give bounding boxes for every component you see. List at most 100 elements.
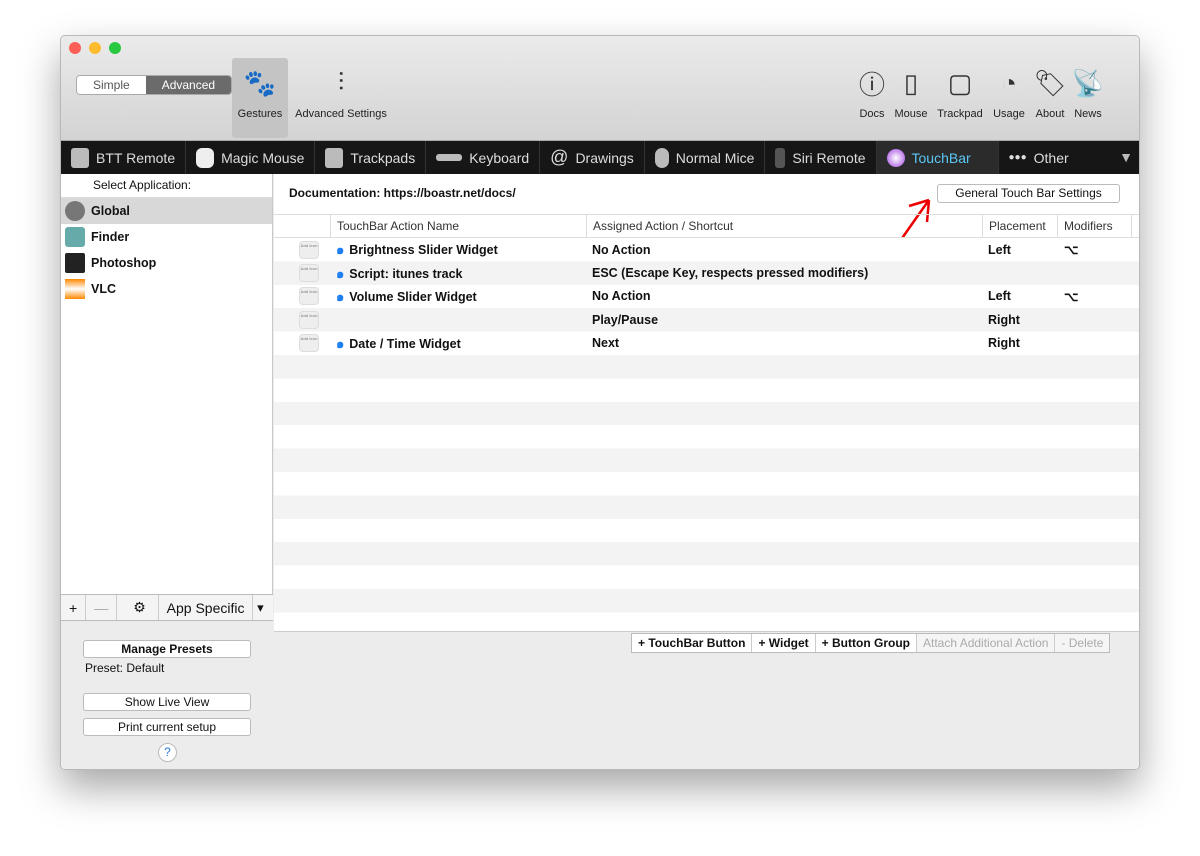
trackpad-button[interactable]: ▢ Trackpad [934, 58, 986, 121]
col-modifiers[interactable]: Modifiers [1057, 215, 1132, 237]
gestures-button[interactable]: 🐾 Gestures [232, 58, 288, 138]
sidebar-bottom-bar: + — ⚙ App Specific ▾ [61, 594, 273, 621]
add-icon-button[interactable]: Add Icon [299, 240, 319, 259]
gear-icon: ⚙ [125, 595, 159, 620]
add-widget-button[interactable]: + Widget [752, 634, 816, 652]
assigned-action: No Action [592, 289, 651, 304]
widget-spiral-icon: ๑ [336, 335, 345, 351]
table-header: TouchBar Action Name Assigned Action / S… [274, 214, 1139, 238]
tab-magic-mouse[interactable]: Magic Mouse [186, 141, 316, 174]
delete-button[interactable]: - Delete [1055, 634, 1110, 652]
sidebar-header: Select Application: [61, 174, 272, 198]
app-global[interactable]: Global [61, 198, 272, 224]
app-specific-dropdown[interactable]: ⚙ App Specific ▾ [117, 595, 271, 620]
about-button[interactable]: 🏷 About [1032, 58, 1068, 121]
globe-icon [65, 201, 85, 221]
add-button-group-button[interactable]: + Button Group [816, 634, 917, 652]
zoom-button[interactable] [109, 42, 121, 54]
add-icon-button[interactable]: Add Icon [299, 264, 319, 283]
tab-siri-remote[interactable]: Siri Remote [765, 141, 877, 174]
trackpad-icon [325, 147, 344, 168]
table-row[interactable]: Add Icon Play/Pause Right [274, 308, 1139, 331]
modifiers: ⌥ [1064, 289, 1079, 304]
table-row[interactable]: Add Icon ๑ Date / Time Widget Next Right [274, 332, 1139, 355]
add-icon-button[interactable]: Add Icon [299, 310, 319, 329]
add-icon-button[interactable]: Add Icon [299, 334, 319, 353]
table-row[interactable]: Add Icon ๑ Script: itunes track ESC (Esca… [274, 261, 1139, 284]
advanced-settings-button[interactable]: ⫶ Advanced Settings [291, 58, 391, 120]
tab-keyboard[interactable]: Keyboard [426, 141, 541, 174]
add-icon-button[interactable]: Add Icon [299, 287, 319, 306]
col-action-name[interactable]: TouchBar Action Name [330, 215, 586, 237]
tag-icon: 🏷 [1033, 67, 1067, 98]
print-setup-button[interactable]: Print current setup [83, 718, 251, 736]
keyboard-icon [436, 154, 463, 161]
placement: Left [988, 289, 1011, 304]
toolbar: Simple Advanced 🐾 Gestures ⫶ Advanced Sett… [61, 36, 1139, 141]
col-assigned-action[interactable]: Assigned Action / Shortcut [586, 215, 982, 237]
mouse-icon [196, 147, 215, 168]
tab-other[interactable]: ●●● Other [999, 141, 1079, 174]
mode-advanced[interactable]: Advanced [145, 76, 232, 94]
docs-button[interactable]: ⓘ Docs [856, 58, 888, 121]
placement: Right [988, 336, 1020, 351]
assigned-action: Next [592, 336, 620, 351]
news-button[interactable]: 📡 News [1071, 58, 1105, 121]
mode-switch[interactable]: Simple Advanced [76, 75, 233, 95]
tab-touchbar[interactable]: TouchBar [876, 141, 999, 174]
app-finder[interactable]: Finder [61, 224, 272, 250]
remote-icon [71, 147, 89, 168]
add-touchbar-button[interactable]: + TouchBar Button [632, 634, 753, 652]
table-row[interactable]: Add Icon ๑ Brightness Slider Widget No Ac… [274, 238, 1139, 261]
placement: Left [988, 242, 1011, 257]
actions-table: Add Icon ๑ Brightness Slider Widget No Ac… [274, 238, 1139, 631]
assigned-action: No Action [592, 242, 651, 257]
action-name: ๑ Brightness Slider Widget [336, 242, 498, 258]
tab-normal-mice[interactable]: Normal Mice [645, 141, 766, 174]
close-button[interactable] [69, 42, 81, 54]
siri-remote-icon [775, 147, 786, 168]
tab-drawings[interactable]: @ Drawings [540, 141, 645, 174]
widget-spiral-icon: ๑ [336, 265, 345, 281]
action-name: ๑ Script: itunes track [336, 265, 463, 281]
minimize-button[interactable] [89, 42, 101, 54]
tab-btt-remote[interactable]: BTT Remote [61, 141, 187, 174]
touchbar-config-panel: Documentation: https://boastr.net/docs/ … [274, 174, 1139, 769]
mode-simple[interactable]: Simple [77, 76, 146, 94]
usage-button[interactable]: ◔ Usage [990, 58, 1028, 121]
assigned-action: Play/Pause [592, 312, 659, 327]
add-app-button[interactable]: + [61, 595, 87, 620]
spiral-icon: @ [550, 147, 569, 167]
assigned-action: ESC (Escape Key, respects pressed modifi… [592, 266, 869, 281]
question-icon: ⓘ [858, 69, 885, 100]
general-touchbar-settings-button[interactable]: General Touch Bar Settings [937, 184, 1120, 203]
action-name: ๑ Volume Slider Widget [336, 288, 477, 304]
application-sidebar: Select Application: Global Finder Photos… [61, 174, 273, 769]
siri-icon [886, 148, 905, 167]
tabs-overflow-chevron-icon[interactable]: ▼ [1113, 141, 1139, 174]
antenna-icon: 📡 [1071, 67, 1105, 98]
table-row[interactable]: Add Icon ๑ Volume Slider Widget No Action… [274, 285, 1139, 308]
remove-app-button[interactable]: — [86, 595, 118, 620]
vlc-cone-icon [65, 279, 85, 299]
app-vlc[interactable]: VLC [61, 276, 272, 302]
tab-trackpads[interactable]: Trackpads [315, 141, 427, 174]
help-button[interactable]: ? [158, 743, 177, 762]
mouse-button[interactable]: ▯ Mouse [892, 58, 930, 121]
trackpad-icon: ▢ [947, 67, 973, 98]
widget-spiral-icon: ๑ [336, 288, 345, 304]
action-name: ๑ Date / Time Widget [336, 335, 461, 351]
widget-spiral-icon: ๑ [336, 242, 345, 258]
placement: Right [988, 312, 1020, 327]
finder-icon [65, 227, 85, 247]
attach-additional-action-button[interactable]: Attach Additional Action [917, 634, 1056, 652]
col-placement[interactable]: Placement [982, 215, 1057, 237]
paw-icon: 🐾 [243, 67, 277, 98]
preset-label: Preset: Default [85, 661, 165, 675]
documentation-link[interactable]: Documentation: https://boastr.net/docs/ [289, 186, 516, 200]
mouse-icon: ▯ [903, 67, 919, 98]
manage-presets-button[interactable]: Manage Presets [83, 640, 251, 658]
table-footer: + TouchBar Button + Widget + Button Grou… [274, 631, 1139, 769]
app-photoshop[interactable]: Photoshop [61, 250, 272, 276]
show-live-view-button[interactable]: Show Live View [83, 693, 251, 711]
